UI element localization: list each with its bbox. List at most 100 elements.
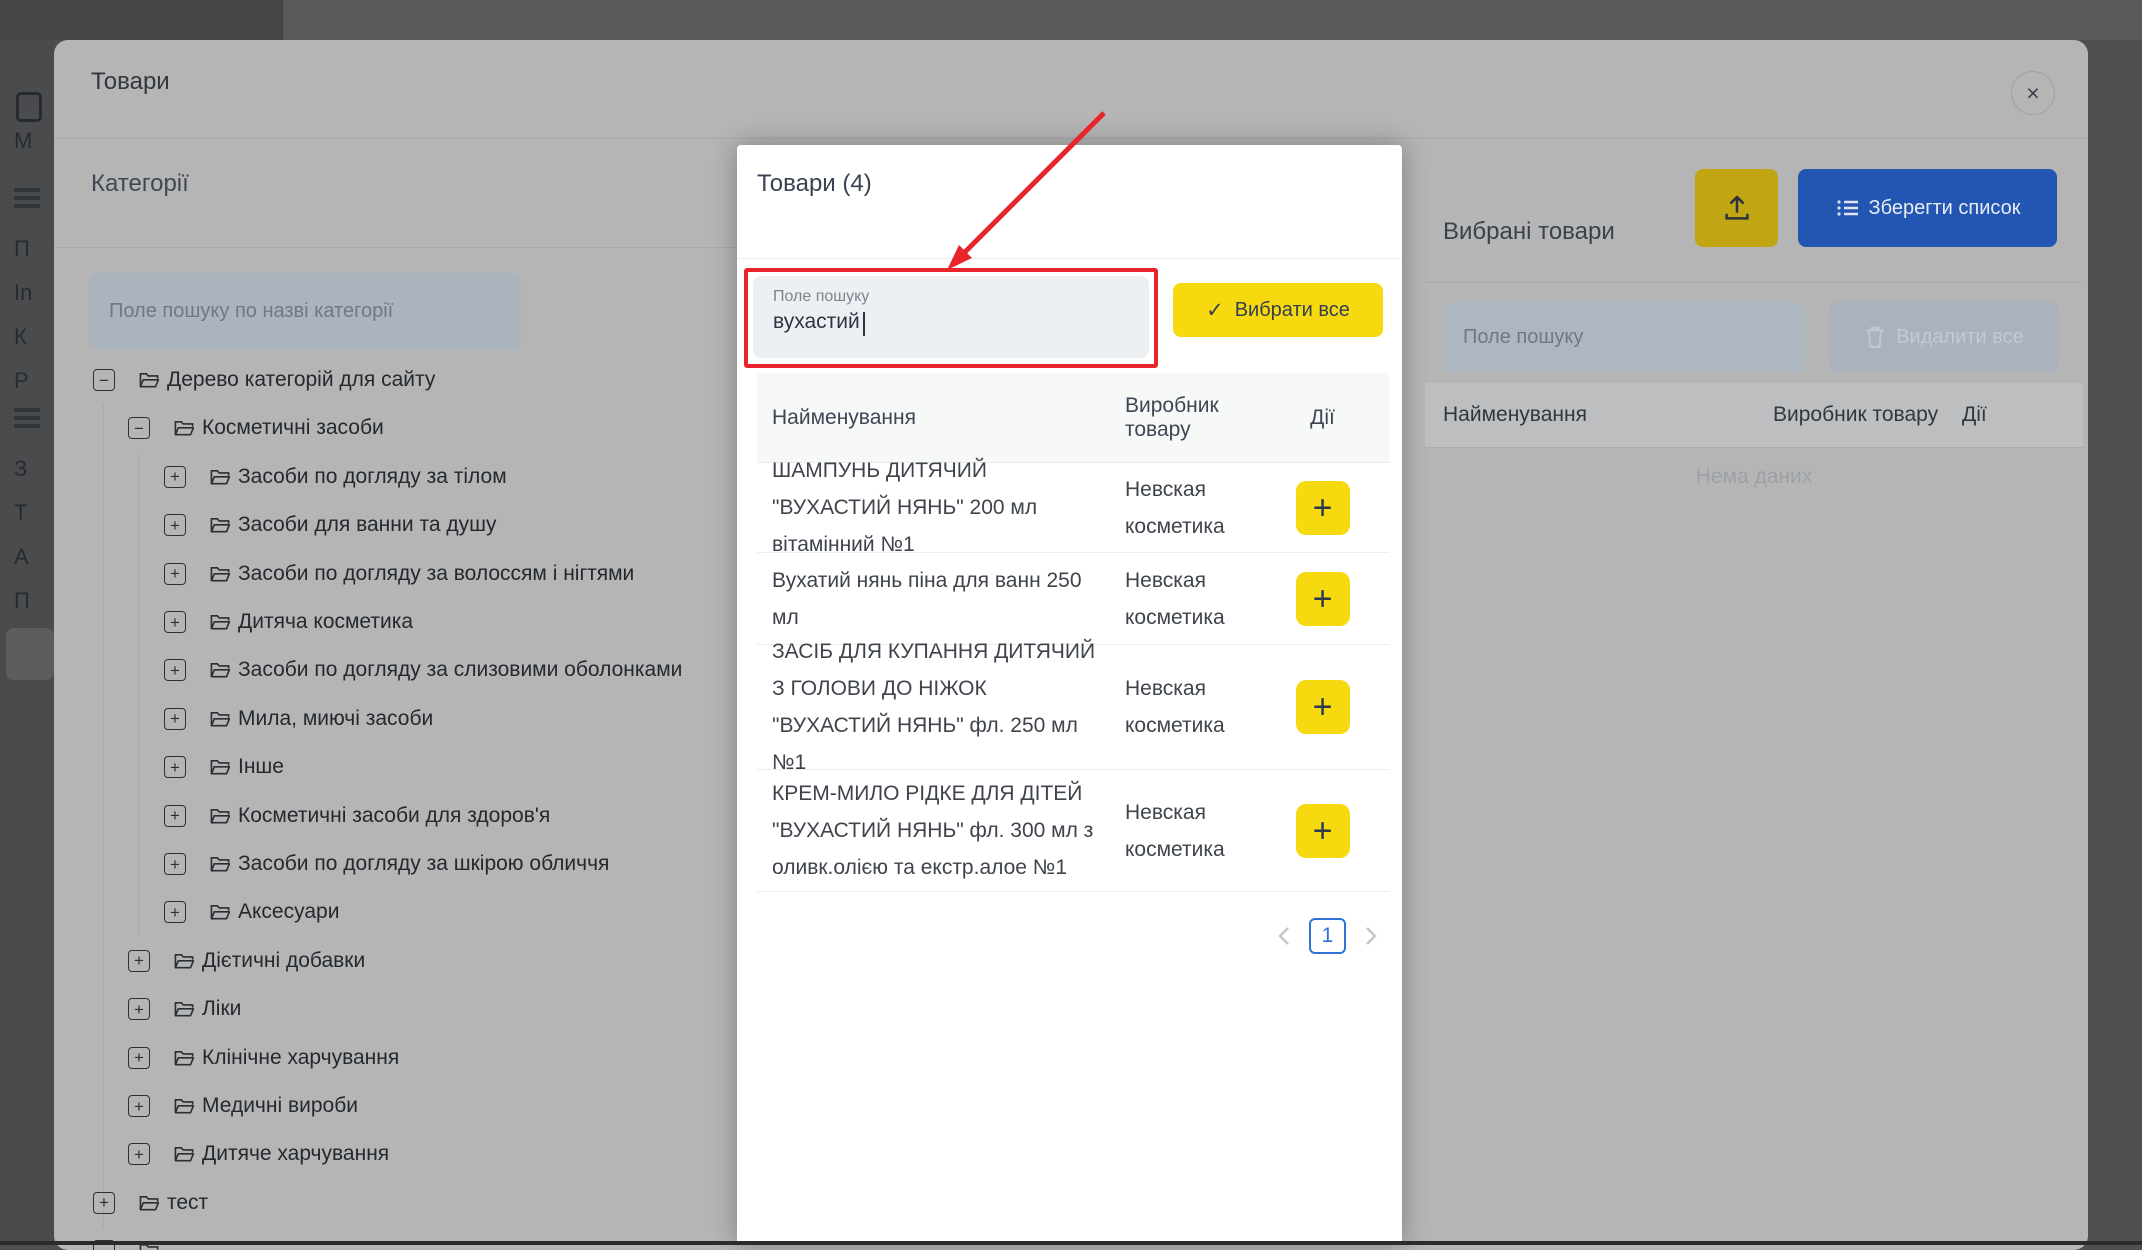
delete-all-button: Видалити все <box>1829 302 2059 372</box>
products-panel: Товари (4) Поле пошуку вухастий ✓ Вибрат… <box>737 145 1402 1245</box>
category-label: Засоби по догляду за тілом <box>238 465 507 489</box>
product-search-value: вухастий <box>773 310 860 334</box>
page-top-bar-left <box>0 0 283 40</box>
category-tree-row[interactable]: + Аксесуари <box>164 895 339 929</box>
product-producer: Невская косметика <box>1125 562 1255 636</box>
column-producer: Виробник товару <box>1773 403 1962 427</box>
folder-icon <box>139 1194 160 1212</box>
category-label: Засоби для ванни та душу <box>238 513 496 537</box>
prev-page-icon[interactable] <box>1273 921 1295 951</box>
folder-icon <box>139 371 160 389</box>
category-search-input[interactable]: Поле пошуку по назві категорії <box>89 273 521 350</box>
category-tree-row[interactable]: + Ліки <box>128 992 241 1026</box>
category-label: Засоби по догляду за шкірою обличчя <box>238 852 609 876</box>
table-icon <box>14 188 40 210</box>
tree-expander-icon[interactable]: + <box>164 659 186 681</box>
column-actions: Дії <box>1962 403 2022 427</box>
category-tree-row[interactable]: + Медичні вироби <box>128 1089 358 1123</box>
category-tree-row[interactable]: + Клінічне харчування <box>128 1041 399 1075</box>
category-tree-row[interactable]: + Мила, миючі засоби <box>164 702 433 736</box>
product-search-input[interactable]: Поле пошуку вухастий <box>753 276 1149 358</box>
tree-expander-icon[interactable]: + <box>128 1047 150 1069</box>
tree-expander-icon[interactable]: − <box>128 417 150 439</box>
tree-expander-icon[interactable]: + <box>164 853 186 875</box>
tree-expander-icon[interactable]: + <box>164 901 186 923</box>
add-product-button[interactable]: + <box>1296 481 1350 535</box>
save-list-button[interactable]: Зберегти список <box>1798 169 2057 247</box>
categories-divider <box>54 247 737 248</box>
column-producer: Виробник товару <box>1125 394 1255 442</box>
tree-expander-icon[interactable]: + <box>164 563 186 585</box>
tree-guide-line <box>138 452 139 935</box>
products-table: Найменування Виробник товару Дії ШАМПУНЬ… <box>757 373 1390 892</box>
category-tree-row[interactable]: + Дитяча косметика <box>164 605 413 639</box>
folder-icon <box>174 419 195 437</box>
sidebar-item-partial: К <box>14 324 54 350</box>
close-icon[interactable]: × <box>2011 71 2055 115</box>
tree-expander-icon[interactable]: − <box>93 369 115 391</box>
category-tree-row[interactable]: + Засоби по догляду за волоссям і нігтям… <box>164 557 634 591</box>
list-icon <box>1835 196 1861 220</box>
folder-icon <box>174 1097 195 1115</box>
category-label: Косметичні засоби <box>202 416 384 440</box>
tree-expander-icon[interactable]: + <box>164 611 186 633</box>
category-tree-row[interactable]: + Засоби по догляду за тілом <box>164 460 507 494</box>
header-divider <box>54 138 2088 139</box>
tree-expander-icon[interactable]: + <box>164 756 186 778</box>
tree-expander-icon[interactable]: + <box>128 1143 150 1165</box>
tree-expander-icon[interactable]: + <box>164 466 186 488</box>
category-label: Засоби по догляду за слизовими оболонкам… <box>238 658 682 682</box>
products-table-header: Найменування Виробник товару Дії <box>757 373 1390 463</box>
tree-expander-icon[interactable]: + <box>128 1095 150 1117</box>
add-product-button[interactable]: + <box>1296 804 1350 858</box>
folder-icon <box>210 468 231 486</box>
category-tree-row[interactable]: + Засоби для ванни та душу <box>164 508 496 542</box>
folder-icon <box>210 516 231 534</box>
add-product-button[interactable]: + <box>1296 680 1350 734</box>
sidebar-item-partial: П <box>14 236 54 262</box>
category-tree-row[interactable]: + Косметичні засоби для здоров'я <box>164 799 550 833</box>
folder-icon <box>210 661 231 679</box>
page-number[interactable]: 1 <box>1309 918 1346 954</box>
selected-divider <box>1425 282 2083 283</box>
next-page-icon[interactable] <box>1360 921 1382 951</box>
category-tree-row[interactable]: + Дієтичні добавки <box>128 944 365 978</box>
product-producer: Невская косметика <box>1125 471 1255 545</box>
tree-expander-icon[interactable]: + <box>164 805 186 827</box>
category-tree-row[interactable]: + Засоби по догляду за слизовими оболонк… <box>164 653 682 687</box>
sidebar-item-partial: А <box>14 544 54 570</box>
add-product-button[interactable]: + <box>1296 572 1350 626</box>
product-name: КРЕМ-МИЛО РІДКЕ ДЛЯ ДІТЕЙ "ВУХАСТИЙ НЯНЬ… <box>757 775 1125 886</box>
category-label: Дитяча косметика <box>238 610 413 634</box>
tree-expander-icon[interactable]: + <box>164 708 186 730</box>
category-label: Дитяче харчування <box>202 1142 389 1166</box>
category-tree-row[interactable]: + Дитяче харчування <box>128 1137 389 1171</box>
tree-expander-icon[interactable]: + <box>164 514 186 536</box>
category-label: Дієтичні добавки <box>202 949 365 973</box>
sidebar-item-partial: З <box>14 456 54 482</box>
folder-icon <box>210 710 231 728</box>
category-search-placeholder: Поле пошуку по назві категорії <box>109 300 393 323</box>
category-tree-row[interactable]: − Дерево категорій для сайту <box>93 363 435 397</box>
trash-icon <box>1864 325 1886 349</box>
sidebar-active-item <box>6 628 54 680</box>
folder-icon <box>210 903 231 921</box>
viewport-bottom-edge <box>0 1241 2142 1245</box>
category-tree-row[interactable]: − Косметичні засоби <box>128 411 384 445</box>
sidebar-item-partial: П <box>14 588 54 614</box>
select-all-button[interactable]: ✓ Вибрати все <box>1173 283 1383 337</box>
app-logo-icon <box>16 92 42 122</box>
category-tree-row[interactable]: + Інше <box>164 750 284 784</box>
selected-search-input[interactable]: Поле пошуку <box>1443 302 1805 372</box>
page-sidebar-sliver: МПInКРЗТАП <box>0 40 54 1245</box>
category-label: Засоби по догляду за волоссям і нігтями <box>238 562 634 586</box>
category-tree-row[interactable]: + Засоби по догляду за шкірою обличчя <box>164 847 609 881</box>
tree-expander-icon[interactable]: + <box>93 1192 115 1214</box>
close-glyph: × <box>2026 82 2039 105</box>
product-row: КРЕМ-МИЛО РІДКЕ ДЛЯ ДІТЕЙ "ВУХАСТИЙ НЯНЬ… <box>757 770 1390 892</box>
category-tree-row[interactable]: + тест <box>93 1186 208 1220</box>
folder-icon <box>174 952 195 970</box>
tree-expander-icon[interactable]: + <box>128 950 150 972</box>
tree-expander-icon[interactable]: + <box>128 998 150 1020</box>
upload-button[interactable] <box>1695 169 1778 247</box>
